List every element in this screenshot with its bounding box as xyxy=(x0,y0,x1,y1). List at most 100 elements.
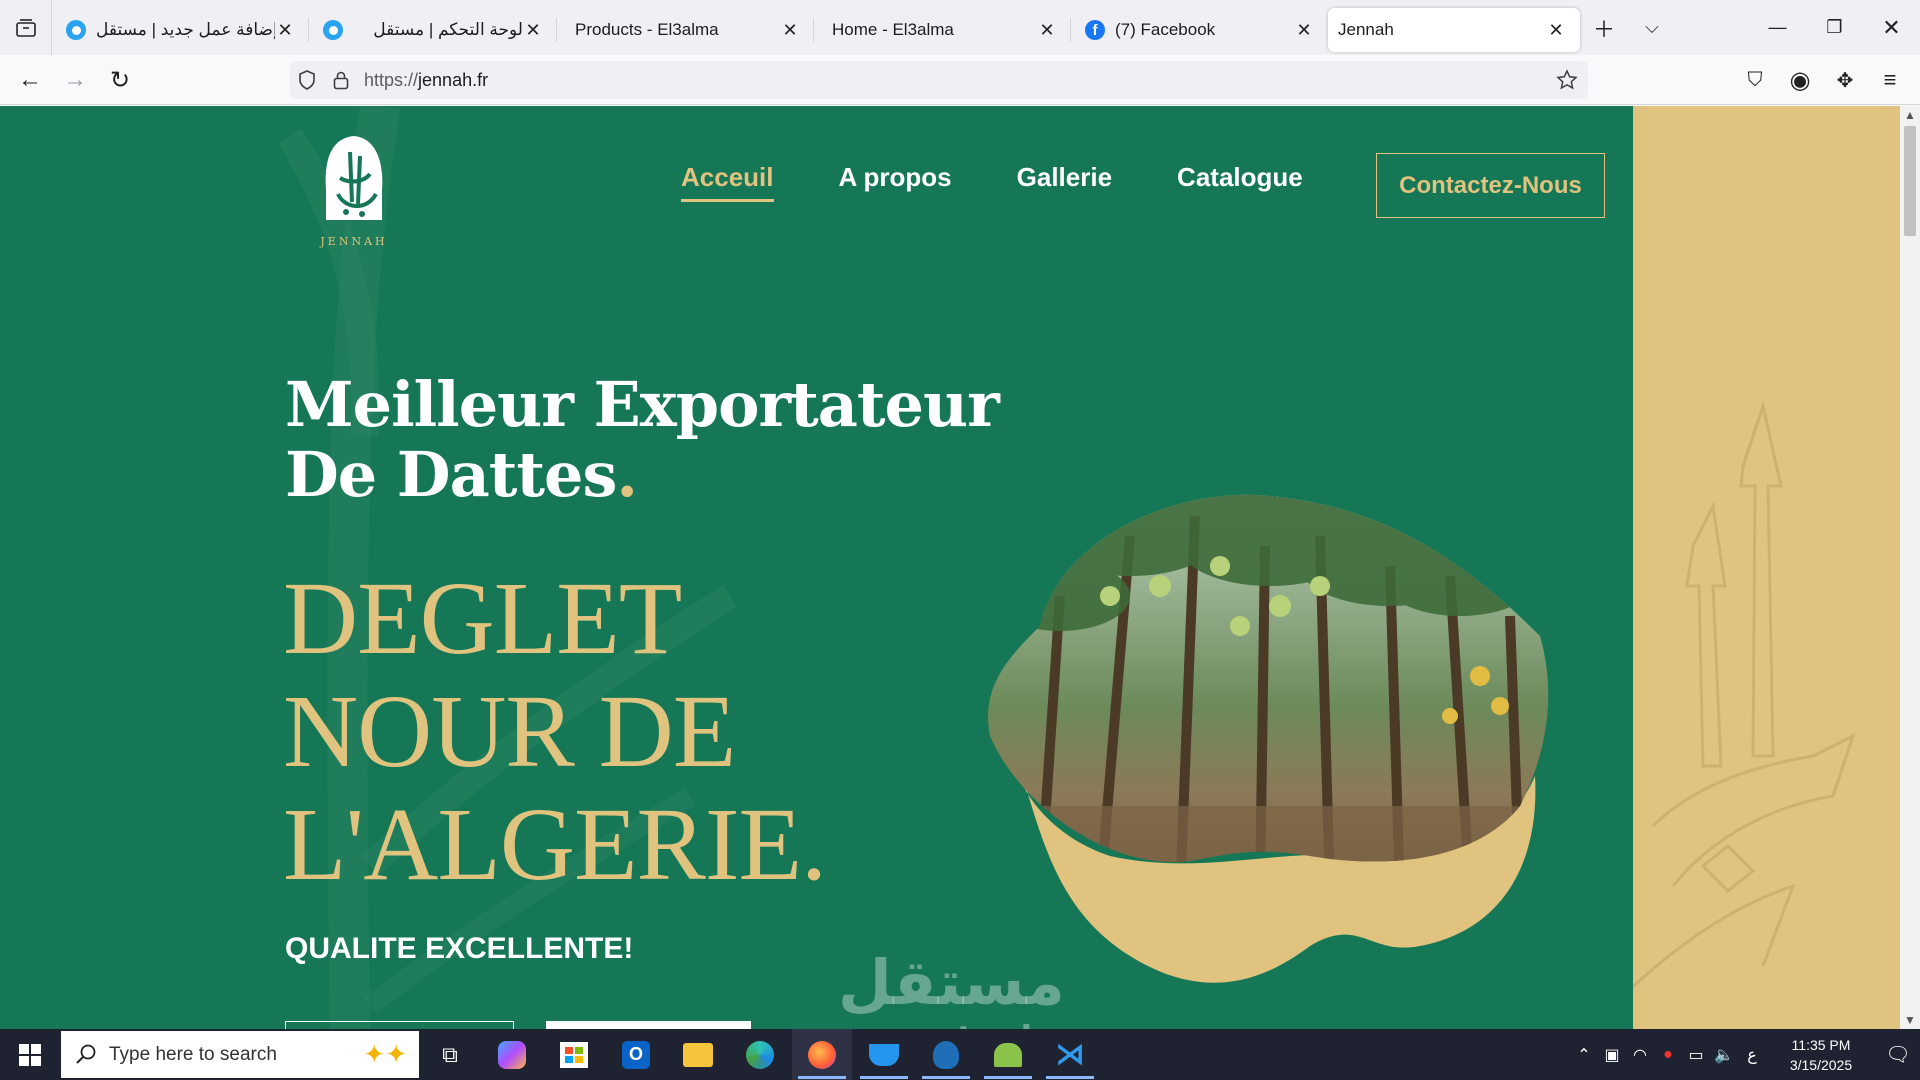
task-view-button[interactable]: ⧉ xyxy=(420,1029,480,1080)
hero-outline-button[interactable] xyxy=(285,1021,514,1029)
product-title-line-1: DEGLET xyxy=(283,561,682,676)
product-title-line-3: L'ALGERIE. xyxy=(283,787,827,902)
logo-text: JENNAH xyxy=(320,235,388,248)
nav-a-propos[interactable]: A propos xyxy=(839,162,952,202)
nav-catalogue[interactable]: Catalogue xyxy=(1177,162,1303,202)
outlook-app[interactable]: O xyxy=(606,1029,666,1080)
task-view-icon: ⧉ xyxy=(442,1041,458,1067)
contact-button[interactable]: Contactez-Nous xyxy=(1376,153,1605,218)
tab-products-el3alma[interactable]: Products - El3alma ✕ xyxy=(557,8,814,52)
mysql-workbench-app[interactable] xyxy=(916,1029,976,1080)
restore-button[interactable]: ❐ xyxy=(1806,0,1863,55)
close-icon[interactable]: ✕ xyxy=(1037,20,1057,41)
battery-icon[interactable]: ▭ xyxy=(1682,1045,1710,1065)
tab-home-el3alma[interactable]: Home - El3alma ✕ xyxy=(814,8,1071,52)
tab-title: (7) Facebook xyxy=(1115,20,1216,39)
browser-tab-bar: إضافة عمل جديد | مستقل ✕ لوحة التحكم | م… xyxy=(0,0,1920,55)
tab-title: Products - El3alma xyxy=(575,20,719,39)
hero-headline: Meilleur Exportateur De Dattes. xyxy=(285,370,1000,510)
close-icon[interactable]: ✕ xyxy=(523,20,543,41)
extensions-button[interactable]: ✥ xyxy=(1825,60,1865,100)
shield-icon[interactable] xyxy=(290,70,324,90)
site-nav: Acceuil A propos Gallerie Catalogue xyxy=(681,162,1368,202)
tab-facebook[interactable]: f (7) Facebook ✕ xyxy=(1071,8,1328,52)
hero-product-title: DEGLET NOUR DE L'ALGERIE. xyxy=(283,561,827,902)
android-studio-app[interactable] xyxy=(978,1029,1038,1080)
close-icon[interactable]: ✕ xyxy=(275,20,295,41)
firefox-icon xyxy=(808,1040,836,1069)
nav-acceuil[interactable]: Acceuil xyxy=(681,162,774,202)
mostaql-icon xyxy=(66,20,86,40)
page-scrollbar[interactable]: ▲ ▼ xyxy=(1900,106,1920,1029)
windows-taskbar: Type here to search ✦✦ ⧉ O ⋊ ⌃ ▣ ◠ ● ▭ 🔈… xyxy=(0,1029,1920,1080)
notification-center-icon[interactable]: 🗨 xyxy=(1876,1042,1920,1067)
hero-tagline: QUALITE EXCELLENTE! xyxy=(285,932,634,965)
meet-now-icon[interactable]: ▣ xyxy=(1598,1045,1626,1065)
pocket-button[interactable]: ⛉ xyxy=(1735,60,1775,100)
scroll-up-arrow-icon[interactable]: ▲ xyxy=(1900,108,1920,122)
store-icon xyxy=(560,1041,588,1068)
search-placeholder: Type here to search xyxy=(109,1043,277,1065)
folder-icon xyxy=(683,1042,713,1067)
copilot-icon xyxy=(498,1040,526,1069)
taskbar-clock[interactable]: 11:35 PM 3/15/2025 xyxy=(1766,1035,1876,1075)
facebook-icon: f xyxy=(1085,20,1105,40)
reload-icon: ↻ xyxy=(109,66,131,94)
address-bar[interactable]: https://jennah.fr xyxy=(290,61,1588,99)
forward-button[interactable]: → xyxy=(55,60,95,100)
wifi-icon[interactable]: ◠ xyxy=(1626,1045,1654,1065)
edge-app[interactable] xyxy=(730,1029,790,1080)
volume-icon[interactable]: 🔈 xyxy=(1710,1045,1738,1065)
docker-app[interactable] xyxy=(854,1029,914,1080)
app-menu-button[interactable]: ≡ xyxy=(1870,60,1910,100)
jennah-logo[interactable]: JENNAH xyxy=(310,132,398,248)
input-language-indicator[interactable]: ع xyxy=(1738,1045,1766,1065)
watermark-latin: mostaql.com xyxy=(878,1019,1124,1029)
scroll-down-arrow-icon[interactable]: ▼ xyxy=(1900,1013,1920,1027)
restore-icon: ❐ xyxy=(1826,17,1843,37)
file-explorer-app[interactable] xyxy=(668,1029,728,1080)
antivirus-icon[interactable]: ● xyxy=(1654,1046,1682,1064)
jennah-calligraphy-logo xyxy=(325,136,383,220)
tab-jennah[interactable]: Jennah ✕ xyxy=(1328,8,1580,52)
scrollbar-thumb[interactable] xyxy=(1904,126,1916,236)
dolphin-icon xyxy=(933,1040,959,1069)
copilot-app[interactable] xyxy=(482,1029,542,1080)
back-button[interactable]: ← xyxy=(10,60,50,100)
tab-mostaql-add-work[interactable]: إضافة عمل جديد | مستقل ✕ xyxy=(52,8,309,52)
nav-gallerie[interactable]: Gallerie xyxy=(1017,162,1112,202)
arrow-right-icon: → xyxy=(63,66,87,93)
pocket-icon: ⛉ xyxy=(1747,68,1763,91)
reload-button[interactable]: ↻ xyxy=(100,60,140,100)
product-title-line-2: NOUR DE xyxy=(283,674,736,789)
list-all-tabs-button[interactable]: ⌵ xyxy=(1628,0,1676,55)
url-text[interactable]: https://jennah.fr xyxy=(364,70,488,91)
account-icon: ◉ xyxy=(1789,66,1811,94)
hero-filled-button[interactable] xyxy=(546,1021,751,1029)
start-button[interactable] xyxy=(0,1029,60,1080)
chevron-up-icon[interactable]: ⌃ xyxy=(1570,1045,1598,1065)
minimize-button[interactable]: — xyxy=(1749,0,1806,55)
taskbar-search-box[interactable]: Type here to search ✦✦ xyxy=(61,1031,419,1078)
account-button[interactable]: ◉ xyxy=(1780,60,1820,100)
mostaql-watermark: مستقل mostaql.com xyxy=(838,946,1124,1029)
tab-strip: إضافة عمل جديد | مستقل ✕ لوحة التحكم | م… xyxy=(52,0,1676,55)
close-window-button[interactable]: ✕ xyxy=(1863,0,1920,55)
close-icon[interactable]: ✕ xyxy=(1294,20,1314,41)
close-icon[interactable]: ✕ xyxy=(780,20,800,41)
android-robot-icon xyxy=(994,1042,1022,1067)
firefox-app[interactable] xyxy=(792,1029,852,1080)
close-icon[interactable]: ✕ xyxy=(1546,20,1566,41)
bookmark-star-icon[interactable] xyxy=(1556,69,1578,96)
url-host: jennah.fr xyxy=(418,69,489,90)
tab-mostaql-dashboard[interactable]: لوحة التحكم | مستقل ✕ xyxy=(309,8,557,52)
calligraphy-decoration xyxy=(1611,400,1856,1008)
microsoft-store-app[interactable] xyxy=(544,1029,604,1080)
mostaql-icon xyxy=(323,20,343,40)
new-tab-button[interactable]: ＋ xyxy=(1580,0,1628,55)
vscode-app[interactable]: ⋊ xyxy=(1040,1029,1100,1080)
tab-list-button[interactable] xyxy=(0,0,52,55)
window-controls: — ❐ ✕ xyxy=(1749,0,1920,55)
lock-icon[interactable] xyxy=(324,70,358,90)
search-icon xyxy=(75,1043,97,1071)
